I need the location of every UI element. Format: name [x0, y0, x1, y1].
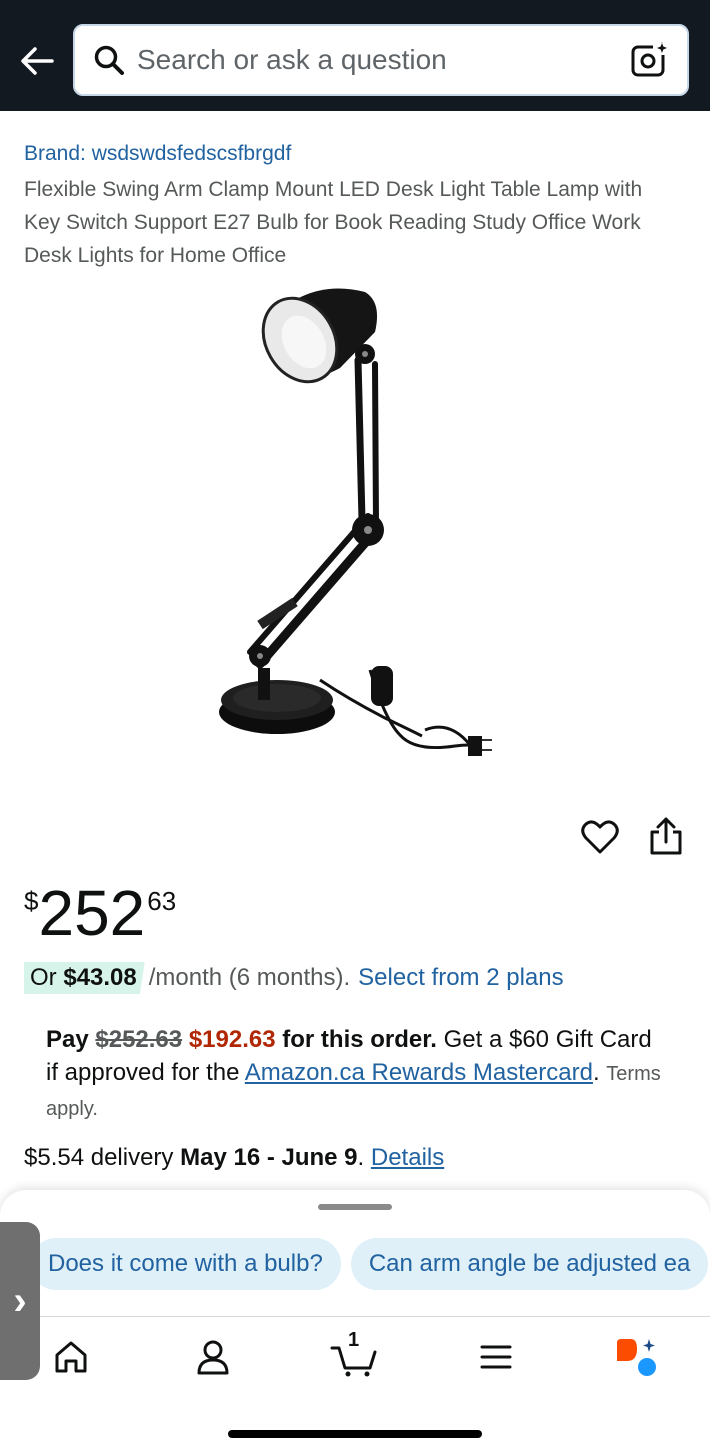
promo-pay: Pay: [46, 1026, 89, 1053]
home-icon: [55, 1341, 87, 1373]
assistant-sheet: Does it come with a bulb? Can arm angle …: [0, 1190, 710, 1440]
camera-search-icon[interactable]: [631, 41, 669, 79]
share-icon[interactable]: [648, 816, 684, 856]
delivery-dates: May 16 - June 9: [180, 1144, 358, 1171]
search-input[interactable]: Search or ask a question: [73, 24, 689, 96]
promo-old-price: $252.63: [95, 1026, 183, 1053]
monthly-terms: /month (6 months).: [148, 964, 351, 991]
monthly-payment: Or $43.08 /month (6 months). Select from…: [24, 962, 564, 994]
nav-cart[interactable]: 1: [322, 1325, 386, 1389]
sheet-drag-handle[interactable]: [318, 1204, 392, 1210]
top-header: Search or ask a question: [0, 0, 710, 111]
price: $ 252 63: [24, 878, 176, 948]
promo-order-text: for this order.: [282, 1026, 437, 1053]
back-button[interactable]: [16, 40, 58, 82]
question-chip[interactable]: Does it come with a bulb?: [30, 1238, 341, 1290]
menu-icon: [480, 1345, 512, 1369]
rewards-card-link[interactable]: Amazon.ca Rewards Mastercard: [245, 1059, 593, 1086]
price-whole: 252: [38, 877, 146, 949]
product-title: Flexible Swing Arm Clamp Mount LED Desk …: [24, 178, 643, 267]
price-currency: $: [24, 886, 39, 916]
monthly-prefix: Or: [30, 964, 57, 991]
delivery-cost: $5.54 delivery: [24, 1144, 174, 1171]
assistant-icon: [617, 1339, 656, 1376]
promo-new-price: $192.63: [188, 1026, 276, 1053]
card-promo: Pay $252.63 $192.63 for this order. Get …: [46, 1026, 661, 1120]
nav-menu[interactable]: [464, 1325, 528, 1389]
brand-link[interactable]: Brand: wsdswdsfedscsfbrgdf: [24, 142, 291, 166]
divider: [0, 1316, 710, 1317]
nav-home[interactable]: [39, 1325, 103, 1389]
chevron-right-icon: ›: [13, 1278, 27, 1323]
price-fraction: 63: [147, 886, 177, 916]
product-image[interactable]: [200, 280, 510, 780]
bottom-nav: 1: [0, 1325, 710, 1389]
delivery-info: $5.54 delivery May 16 - June 9. Details: [24, 1144, 445, 1171]
heart-icon[interactable]: [580, 817, 620, 857]
delivery-details-link[interactable]: Details: [371, 1144, 444, 1171]
home-indicator: [228, 1430, 482, 1438]
search-placeholder: Search or ask a question: [137, 44, 447, 75]
monthly-amount: $43.08: [63, 964, 137, 991]
question-chips: Does it come with a bulb? Can arm angle …: [30, 1238, 709, 1290]
search-icon: [94, 45, 124, 75]
nav-account[interactable]: [181, 1325, 245, 1389]
person-icon: [197, 1340, 229, 1375]
nav-assistant[interactable]: [603, 1325, 667, 1389]
back-arrow-icon: [21, 47, 54, 75]
question-chip[interactable]: Can arm angle be adjusted ea: [350, 1238, 709, 1290]
monthly-badge: Or $43.08: [24, 962, 145, 994]
select-plans-link[interactable]: Select from 2 plans: [358, 964, 563, 992]
cart-count: 1: [348, 1329, 360, 1351]
